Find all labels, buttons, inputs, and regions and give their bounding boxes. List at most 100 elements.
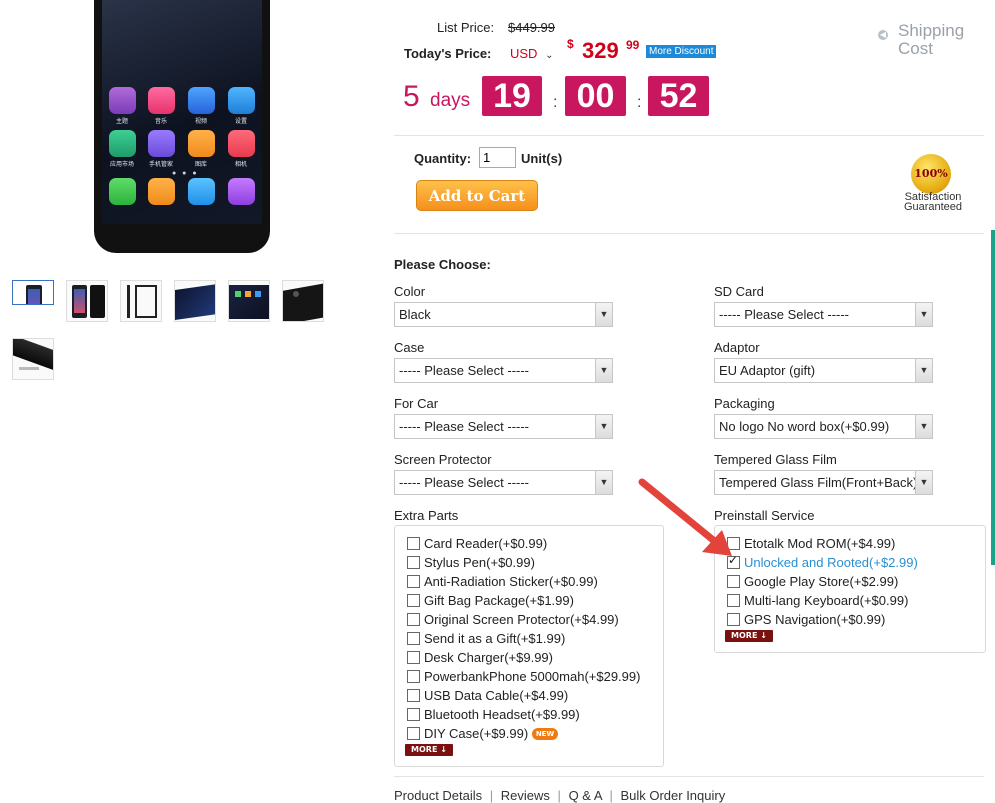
- contacts-icon: [148, 178, 175, 205]
- more-discount-badge[interactable]: More Discount: [646, 45, 717, 58]
- page-dots: ● ● ●: [172, 170, 199, 177]
- app-label: 音乐: [154, 118, 167, 125]
- checkbox-option[interactable]: Etotalk Mod ROM(+$4.99): [727, 536, 895, 551]
- checkbox-option[interactable]: USB Data Cable(+$4.99): [407, 688, 568, 703]
- checkbox[interactable]: [727, 575, 740, 588]
- price-cents: 99: [626, 38, 640, 52]
- color-select[interactable]: Black ▼: [394, 302, 613, 327]
- checkbox-option[interactable]: Card Reader(+$0.99): [407, 536, 547, 551]
- app-label: 图库: [194, 161, 207, 168]
- tab-qa[interactable]: Q & A: [569, 788, 602, 803]
- sd-card-select[interactable]: ----- Please Select ----- ▼: [714, 302, 933, 327]
- checkbox[interactable]: [407, 632, 420, 645]
- product-tabs: Product Details | Reviews | Q & A | Bulk…: [394, 788, 726, 803]
- checkbox[interactable]: [407, 670, 420, 683]
- more-button[interactable]: MORE ↓: [725, 630, 773, 642]
- case-select[interactable]: ----- Please Select ----- ▼: [394, 358, 613, 383]
- extra-parts-box: Card Reader(+$0.99) Stylus Pen(+$0.99) A…: [394, 525, 664, 767]
- divider: [394, 135, 984, 136]
- thumbnail-1[interactable]: [12, 280, 54, 305]
- checkbox-option[interactable]: Google Play Store(+$2.99): [727, 574, 898, 589]
- checkbox-option[interactable]: Stylus Pen(+$0.99): [407, 555, 535, 570]
- currency-selector[interactable]: USD ⌄: [510, 46, 553, 61]
- preinstall-box: Etotalk Mod ROM(+$4.99) Unlocked and Roo…: [714, 525, 986, 653]
- chevron-down-icon: ⌄: [545, 50, 554, 61]
- annotation-arrow-icon: [638, 478, 732, 556]
- countdown-hours: 19: [482, 76, 542, 116]
- theme-app-icon: [109, 87, 136, 114]
- list-price-label: List Price:: [437, 20, 495, 35]
- packaging-label: Packaging: [714, 396, 775, 411]
- options-heading: Please Choose:: [394, 257, 491, 272]
- tab-bulk-order[interactable]: Bulk Order Inquiry: [620, 788, 725, 803]
- checkbox[interactable]: [407, 537, 420, 550]
- checkbox[interactable]: [407, 613, 420, 626]
- checkbox[interactable]: [407, 651, 420, 664]
- more-label: MORE: [411, 745, 438, 754]
- checkbox-option[interactable]: Send it as a Gift(+$1.99): [407, 631, 565, 646]
- checkbox[interactable]: [407, 689, 420, 702]
- checkbox-option[interactable]: Gift Bag Package(+$1.99): [407, 593, 574, 608]
- adaptor-select[interactable]: EU Adaptor (gift) ▼: [714, 358, 933, 383]
- checkbox-option[interactable]: Bluetooth Headset(+$9.99): [407, 707, 580, 722]
- screen-protector-select[interactable]: ----- Please Select ----- ▼: [394, 470, 613, 495]
- camera-app-icon: [228, 130, 255, 157]
- checkbox-option-checked[interactable]: Unlocked and Rooted(+$2.99): [727, 553, 918, 570]
- countdown-minutes: 00: [565, 76, 626, 116]
- chevron-down-icon: ▼: [595, 303, 612, 326]
- for-car-value: ----- Please Select -----: [399, 419, 530, 434]
- checkbox-option[interactable]: Original Screen Protector(+$4.99): [407, 612, 619, 627]
- checkbox[interactable]: [727, 594, 740, 607]
- countdown-seconds: 52: [648, 76, 709, 116]
- checkbox[interactable]: [407, 556, 420, 569]
- chevron-left-icon: ◀: [878, 30, 888, 40]
- checkbox[interactable]: [407, 727, 420, 740]
- packaging-select[interactable]: No logo No word box(+$0.99) ▼: [714, 414, 933, 439]
- chevron-down-icon: ▼: [595, 359, 612, 382]
- browser-icon: [228, 178, 255, 205]
- adaptor-label: Adaptor: [714, 340, 760, 355]
- thumbnail-6[interactable]: [282, 280, 324, 322]
- chevron-down-icon: ▼: [915, 471, 932, 494]
- chevron-down-icon: ▼: [595, 415, 612, 438]
- checkbox-option[interactable]: GPS Navigation(+$0.99): [727, 612, 885, 627]
- thumbnail-5[interactable]: [228, 280, 270, 322]
- checkbox[interactable]: [727, 613, 740, 626]
- for-car-label: For Car: [394, 396, 439, 411]
- checkbox-option[interactable]: Multi-lang Keyboard(+$0.99): [727, 593, 908, 608]
- color-label: Color: [394, 284, 426, 299]
- unit-label: Unit(s): [521, 151, 563, 166]
- app-label: 主题: [115, 118, 128, 125]
- adaptor-value: EU Adaptor (gift): [719, 363, 816, 378]
- thumbnail-4[interactable]: [174, 280, 216, 322]
- guarantee-text: Satisfaction Guaranteed: [898, 192, 968, 213]
- tab-reviews[interactable]: Reviews: [501, 788, 550, 803]
- messages-icon: [188, 178, 215, 205]
- checkbox-option[interactable]: Desk Charger(+$9.99): [407, 650, 553, 665]
- checkbox[interactable]: [407, 708, 420, 721]
- thumbnail-3[interactable]: [120, 280, 162, 322]
- quantity-input[interactable]: [479, 147, 516, 168]
- checkbox-option[interactable]: PowerbankPhone 5000mah(+$29.99): [407, 669, 640, 684]
- tab-product-details[interactable]: Product Details: [394, 788, 482, 803]
- settings-app-icon: [228, 87, 255, 114]
- add-to-cart-button[interactable]: Add to Cart: [416, 180, 538, 211]
- chevron-down-icon: ▼: [915, 303, 932, 326]
- checkbox-option[interactable]: DIY Case(+$9.99) NEW: [407, 726, 559, 741]
- app-market-icon: [109, 130, 136, 157]
- shipping-cost-text: Shipping Cost: [898, 21, 965, 58]
- new-badge: NEW: [531, 728, 559, 740]
- checkbox-option[interactable]: Anti-Radiation Sticker(+$0.99): [407, 574, 598, 589]
- guarantee-seal-icon: 100%: [911, 154, 951, 194]
- dollar-sign: $: [567, 37, 574, 51]
- case-value: ----- Please Select -----: [399, 363, 530, 378]
- quantity-label: Quantity:: [414, 151, 472, 166]
- tempered-glass-label: Tempered Glass Film: [714, 452, 837, 467]
- more-button[interactable]: MORE ↓: [405, 744, 453, 756]
- checkbox[interactable]: [407, 594, 420, 607]
- checkbox[interactable]: [407, 575, 420, 588]
- case-label: Case: [394, 340, 425, 355]
- for-car-select[interactable]: ----- Please Select ----- ▼: [394, 414, 613, 439]
- thumbnail-2[interactable]: [66, 280, 108, 322]
- thumbnail-7[interactable]: [12, 338, 54, 380]
